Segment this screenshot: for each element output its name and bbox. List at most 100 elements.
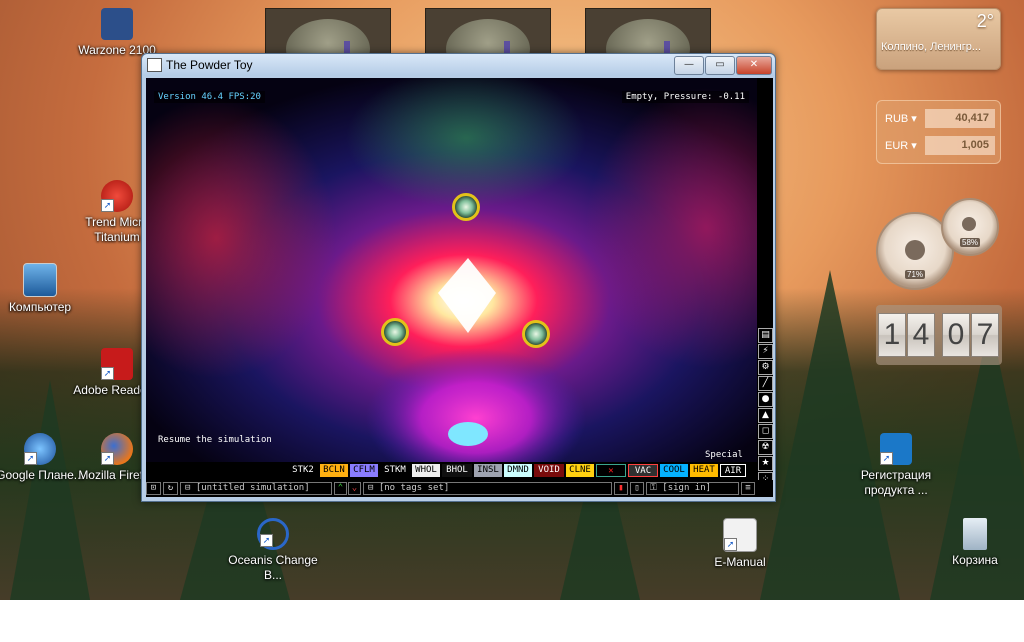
currency-code[interactable]: RUB ▾ [885,112,917,125]
category-radioactive-icon[interactable]: ☢ [758,440,773,455]
element-button[interactable]: COOL [660,464,688,477]
report-icon[interactable]: ▮ [614,482,628,495]
version-fps-readout: Version 46.4 FPS:20 [154,91,265,103]
element-toolbar: STK2 BCLN CFLM STKM WHOL BHOL INSL DMND VOID CLNE… [146,462,757,480]
clock-digit: 7 [971,313,999,357]
tag-icon: ⊟ [368,483,379,493]
close-button[interactable]: ✕ [736,56,772,75]
category-walls-icon[interactable]: ▤ [758,328,773,343]
meter-hub [962,217,976,231]
sign-in-button[interactable]: ⚿ [sign in] [646,482,739,495]
currency-gadget[interactable]: RUB ▾ 40,417 EUR ▾ 1,005 [876,100,1001,164]
slideshow-gadget[interactable] [265,8,391,79]
vote-up-icon[interactable]: ⌃ [334,482,347,495]
wall-node [452,193,480,221]
element-button[interactable]: ✕ [596,464,626,477]
bottom-strip [0,600,1024,642]
computer-icon [23,263,57,297]
desktop-icon-e-manual[interactable]: ➚ E-Manual [692,518,788,570]
category-liquids-icon[interactable]: ● [758,392,773,407]
category-sidebar: ▤ ⚡ ⚙ ╱ ● ▲ ◻ ☢ ★ ⁘ ‖ [757,78,773,497]
cpu-percent: 71% [904,270,926,279]
element-button[interactable]: HEAT [690,464,718,477]
desktop-icon-recycle-bin[interactable]: Корзина [927,518,1023,568]
open-folder-icon[interactable]: ⊡ [146,482,161,495]
element-button[interactable]: DMND [504,464,532,477]
currency-row[interactable]: EUR ▾ 1,005 [883,136,995,156]
element-button[interactable]: VAC [628,464,658,477]
category-electronics-icon[interactable]: ⚡ [758,344,773,359]
currency-value: 1,005 [925,136,995,155]
category-explosives-icon[interactable]: ◻ [758,424,773,439]
tags-text: [no tags set] [378,483,450,493]
weather-location: Колпино, Ленингр... [881,41,982,53]
currency-value: 40,417 [925,109,995,128]
memory-percent: 58% [959,238,981,247]
window-titlebar[interactable]: The Powder Toy — ▭ ✕ [142,54,775,76]
element-button[interactable]: BCLN [320,464,348,477]
flip-clock-gadget[interactable]: 1 4 0 7 [876,305,1002,365]
reload-icon[interactable]: ↻ [163,482,178,495]
app-icon[interactable] [147,58,162,72]
icon-label: Компьютер [8,300,72,314]
maximize-button[interactable]: ▭ [705,56,735,75]
bottom-bar: ⊡ ↻ ⊟ [untitled simulation] ⌃ ⌄ ⊟ [no ta… [146,480,773,497]
e-manual-icon: ➚ [723,518,757,552]
currency-code[interactable]: EUR ▾ [885,139,917,152]
save-name-text: [untitled simulation] [195,483,310,493]
simulation-canvas[interactable]: Version 46.4 FPS:20 Empty, Pressure: -0.… [146,78,757,462]
element-button[interactable]: CLNE [566,464,594,477]
element-button[interactable]: BHOL [442,464,472,477]
clock-digit: 0 [942,313,970,357]
desktop-icon-oceanis[interactable]: ➚ Oceanis Change B... [225,518,321,583]
category-solids-icon[interactable]: ╱ [758,376,773,391]
clock-digit: 1 [878,313,906,357]
element-button[interactable]: STK2 [288,464,318,477]
category-special-icon[interactable]: ★ [758,456,773,471]
save-icon: ⊟ [185,483,196,493]
desktop-icon-warzone[interactable]: Warzone 2100 [69,8,165,58]
vote-down-icon[interactable]: ⌄ [348,482,361,495]
slideshow-gadget[interactable] [425,8,551,79]
icon-label: Корзина [952,553,998,567]
element-button[interactable]: INSL [474,464,502,477]
memory-meter-gadget[interactable]: 58% [941,198,999,256]
category-gases-icon[interactable]: ▲ [758,408,773,423]
window-title: The Powder Toy [166,58,253,72]
category-powered-icon[interactable]: ⚙ [758,360,773,375]
tags-field[interactable]: ⊟ [no tags set] [363,482,612,495]
clock-digit: 4 [907,313,935,357]
wall-node [522,320,550,348]
currency-row[interactable]: RUB ▾ 40,417 [883,109,995,129]
desktop-icon-registration[interactable]: ➚ Регистрация продукта ... [848,433,944,498]
desktop-icon-computer[interactable]: Компьютер [0,263,88,315]
minimize-button[interactable]: — [674,56,704,75]
oceanis-icon: ➚ [257,518,289,550]
key-icon: ⚿ [650,483,663,493]
recycle-bin-icon [963,518,987,550]
new-document-icon[interactable]: ▯ [630,482,644,495]
weather-temperature: 2° [976,11,994,31]
icon-label: Oceanis Change B... [228,553,318,582]
icon-label: Регистрация продукта ... [860,468,932,497]
slideshow-gadget[interactable] [585,8,711,79]
save-name-field[interactable]: ⊟ [untitled simulation] [180,482,332,495]
window-client: Version 46.4 FPS:20 Empty, Pressure: -0.… [146,78,773,497]
trend-micro-icon: ➚ [101,180,133,212]
element-button[interactable]: VOID [534,464,564,477]
element-button[interactable]: WHOL [412,464,440,477]
icon-label: E-Manual [714,555,766,569]
element-button[interactable]: STKM [380,464,410,477]
settings-icon[interactable]: ≡ [741,482,755,495]
element-button[interactable]: AIR [720,464,746,477]
weather-gadget[interactable]: 2° Колпино, Ленингр... [876,8,1001,70]
tooltip-resume: Resume the simulation [158,435,272,445]
adobe-reader-icon: ➚ [101,348,133,380]
element-button[interactable]: CFLM [350,464,378,477]
warzone-icon [101,8,133,40]
pressure-field [146,78,757,462]
powder-toy-window[interactable]: The Powder Toy — ▭ ✕ Version 46.4 FPS:20… [141,53,776,502]
tree-silhouette [10,380,90,600]
category-label: Special [705,450,743,460]
firefox-icon: ➚ [101,433,133,465]
